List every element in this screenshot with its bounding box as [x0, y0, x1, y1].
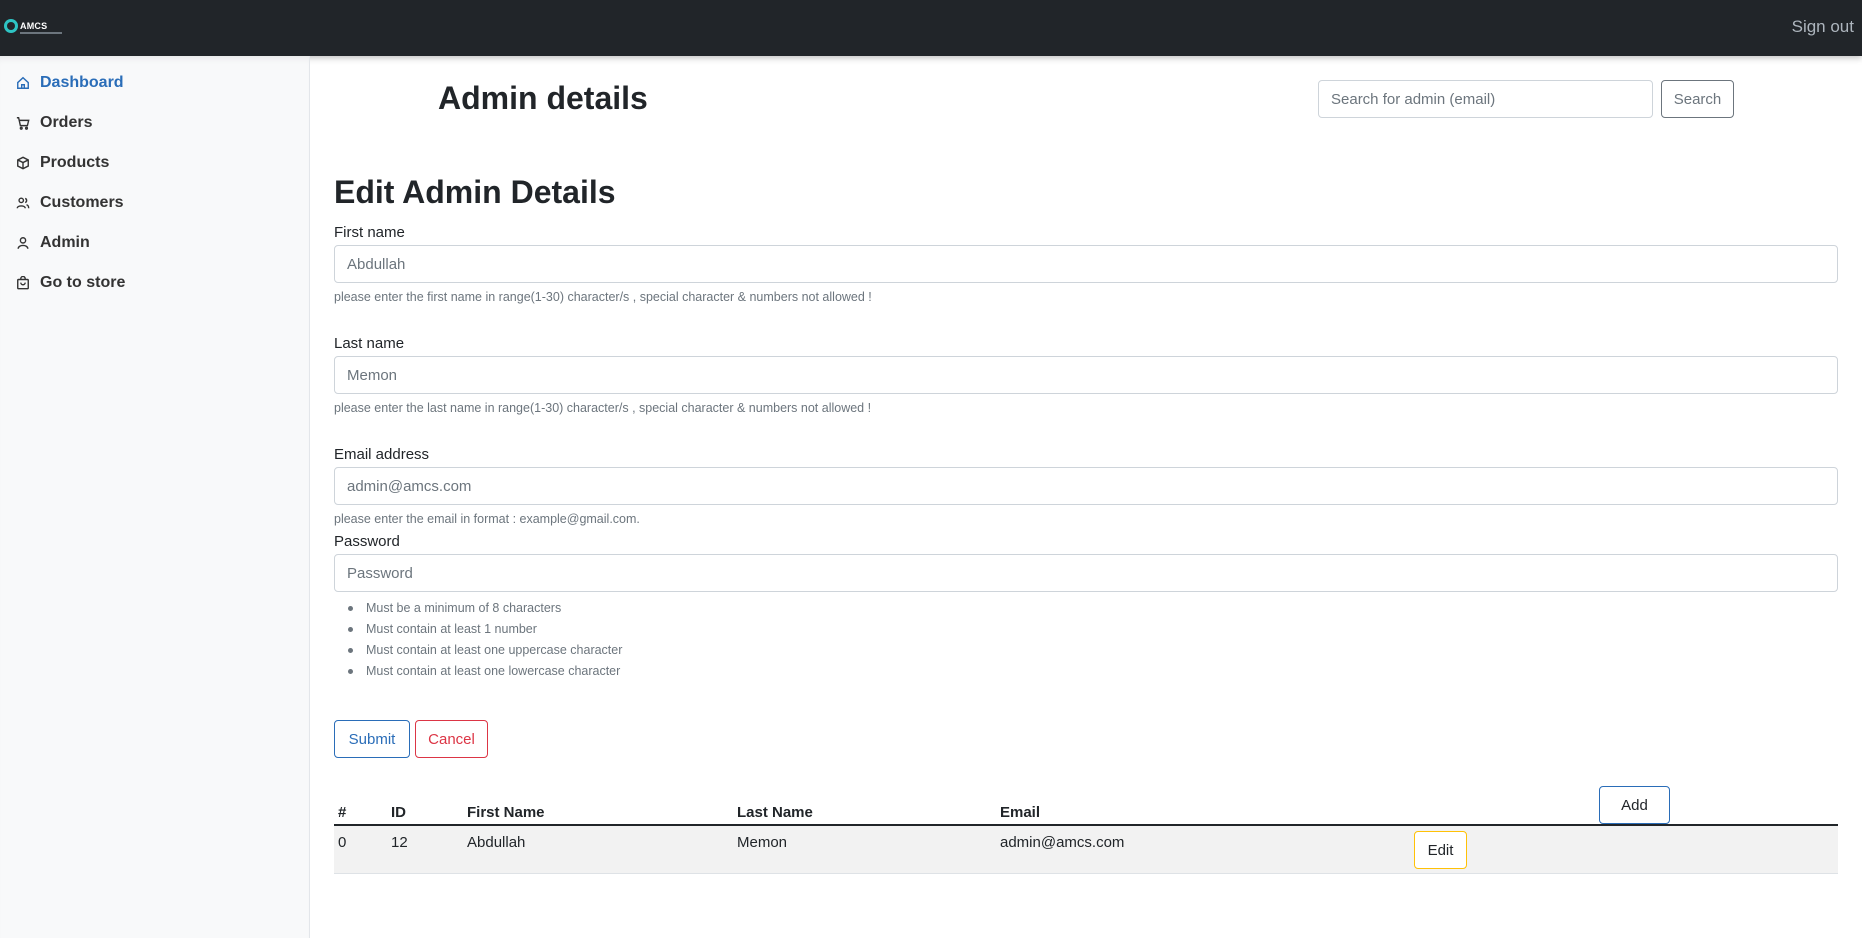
sidebar: Dashboard Orders Products Customers Admi…	[0, 56, 310, 938]
sidebar-item-products[interactable]: Products	[16, 154, 109, 172]
sidebar-item-label: Products	[40, 154, 110, 171]
last-name-label: Last name	[334, 335, 405, 352]
email-label: Email address	[334, 446, 430, 463]
cell-email: admin@amcs.com	[1000, 834, 1125, 851]
sign-out-link[interactable]: Sign out	[1792, 17, 1854, 37]
last-name-help: please enter the last name in range(1-30…	[334, 401, 872, 415]
page-title: Admin details	[438, 80, 648, 116]
first-name-field[interactable]	[334, 245, 1838, 283]
password-field[interactable]	[334, 554, 1838, 592]
table-header: # ID First Name Last Name Email	[334, 800, 1838, 826]
cancel-button[interactable]: Cancel	[415, 720, 488, 758]
first-name-help: please enter the first name in range(1-3…	[334, 290, 872, 304]
admin-table: # ID First Name Last Name Email 0 12 Abd…	[334, 800, 1838, 874]
logo-icon	[4, 19, 18, 33]
search-input[interactable]	[1318, 80, 1653, 118]
sidebar-item-label: Orders	[40, 114, 93, 131]
sidebar-item-dashboard[interactable]: Dashboard	[16, 74, 124, 92]
sidebar-item-label: Customers	[40, 194, 124, 211]
cell-id: 12	[391, 834, 408, 851]
cart-icon	[16, 117, 30, 130]
user-icon	[17, 237, 29, 249]
table-row: 0 12 Abdullah Memon admin@amcs.com Edit	[334, 826, 1838, 874]
sidebar-item-orders[interactable]: Orders	[16, 114, 92, 132]
password-label: Password	[334, 533, 400, 550]
column-header-email: Email	[1000, 804, 1041, 821]
home-icon	[17, 76, 29, 89]
email-field[interactable]	[334, 467, 1838, 505]
bag-icon	[17, 276, 29, 290]
column-header-first-name: First Name	[467, 804, 545, 821]
top-navbar: AMCS Sign out	[0, 0, 1862, 56]
cell-index: 0	[338, 834, 347, 851]
edit-button[interactable]: Edit	[1414, 831, 1467, 869]
sidebar-item-customers[interactable]: Customers	[16, 194, 124, 212]
password-rule: Must contain at least one lowercase char…	[334, 661, 622, 682]
sidebar-item-label: Admin	[40, 234, 90, 251]
password-rule: Must contain at least 1 number	[334, 619, 622, 640]
email-help: please enter the email in format : examp…	[334, 512, 640, 526]
sidebar-item-label: Dashboard	[40, 74, 124, 91]
cell-first-name: Abdullah	[467, 834, 526, 851]
users-icon	[16, 197, 30, 209]
last-name-field[interactable]	[334, 356, 1838, 394]
logo-underline	[20, 32, 62, 34]
sidebar-item-label: Go to store	[40, 274, 126, 291]
form-title: Edit Admin Details	[334, 174, 616, 210]
search-button[interactable]: Search	[1661, 80, 1734, 118]
main-content: Admin details Search Edit Admin Details …	[311, 56, 1862, 938]
sidebar-item-go-to-store[interactable]: Go to store	[16, 274, 125, 292]
box-icon	[17, 156, 29, 170]
sidebar-item-admin[interactable]: Admin	[16, 234, 90, 252]
column-header-last-name: Last Name	[737, 804, 813, 821]
cell-last-name: Memon	[737, 834, 788, 851]
brand-logo[interactable]: AMCS	[4, 16, 62, 36]
column-header-index: #	[338, 804, 347, 821]
brand-text: AMCS	[20, 21, 48, 31]
password-rule: Must contain at least one uppercase char…	[334, 640, 622, 661]
password-rule: Must be a minimum of 8 characters	[334, 598, 622, 619]
submit-button[interactable]: Submit	[334, 720, 410, 758]
first-name-label: First name	[334, 224, 405, 241]
password-rules-list: Must be a minimum of 8 characters Must c…	[334, 598, 622, 682]
column-header-id: ID	[391, 804, 406, 821]
